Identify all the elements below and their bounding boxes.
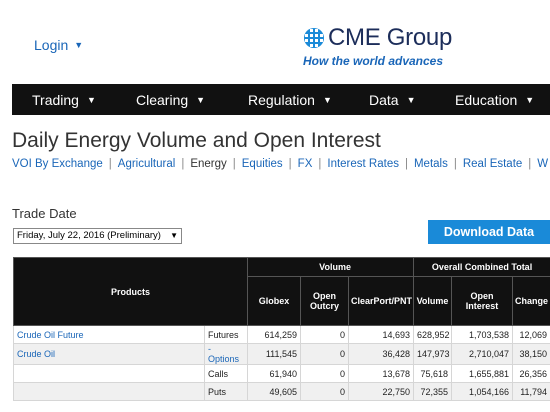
separator: | (528, 158, 532, 170)
cell-change: 38,150 (512, 343, 550, 365)
cell-clearport: 36,428 (348, 343, 415, 365)
cell-open-interest: 1,703,538 (451, 325, 514, 344)
chevron-down-icon: ▼ (196, 95, 206, 105)
col-open-interest: Open Interest (451, 276, 514, 326)
logo-text: CME Group (328, 24, 453, 51)
nav-regulation-label: Regulation (248, 92, 315, 108)
caret-down-icon: ▼ (74, 40, 84, 50)
subnav-energy-current: Energy (190, 158, 227, 170)
trade-date-select[interactable]: Friday, July 22, 2016 (Preliminary) ▼ (13, 228, 182, 244)
separator: | (318, 158, 322, 170)
login-menu[interactable]: Login ▼ (34, 37, 83, 53)
download-data-button[interactable]: Download Data (428, 220, 550, 244)
product-link[interactable]: Crude Oil (17, 349, 55, 359)
cell-clearport: 22,750 (348, 382, 415, 401)
subnav-metals[interactable]: Metals (414, 158, 448, 170)
cell-globex: 111,545 (247, 343, 302, 365)
cell-open-outcry: 0 (300, 325, 350, 344)
nav-education-label: Education (455, 92, 518, 108)
globe-icon (304, 28, 324, 48)
row-type: Calls (203, 364, 249, 383)
cell-globex: 61,940 (247, 364, 302, 383)
subnav-agricultural[interactable]: Agricultural (118, 158, 176, 170)
cme-logo[interactable]: CME Group How the world advances (303, 24, 452, 68)
cell-change: 12,069 (512, 325, 550, 344)
cell-volume: 147,973 (413, 343, 453, 365)
chevron-down-icon: ▼ (322, 95, 332, 105)
nav-clearing[interactable]: Clearing ▼ (136, 92, 205, 108)
subnav-weather[interactable]: W (537, 158, 548, 170)
asset-class-nav: VOI By Exchange | Agricultural | Energy | Equi… (12, 158, 548, 170)
main-nav: Trading ▼ Clearing ▼ Regulation ▼ Data ▼ Edu… (12, 84, 550, 115)
chevron-down-icon: ▼ (525, 95, 535, 105)
trade-date-value: Friday, July 22, 2016 (Preliminary) (17, 230, 161, 241)
chevron-down-icon: ▼ (406, 95, 416, 105)
subnav-fx[interactable]: FX (298, 158, 313, 170)
chevron-down-icon: ▼ (86, 95, 96, 105)
nav-clearing-label: Clearing (136, 92, 189, 108)
cell-clearport: 14,693 (348, 325, 415, 344)
cell-change: 26,356 (512, 364, 550, 383)
subnav-real-estate[interactable]: Real Estate (463, 158, 522, 170)
col-change: Change (512, 276, 550, 326)
separator: | (453, 158, 457, 170)
cell-product (13, 382, 205, 401)
cell-open-interest: 1,655,881 (451, 364, 514, 383)
cell-open-outcry: 0 (300, 343, 350, 365)
dropdown-arrow-icon: ▼ (170, 231, 178, 240)
separator: | (404, 158, 408, 170)
trade-date-label: Trade Date (12, 206, 77, 221)
cell-clearport: 13,678 (348, 364, 415, 383)
nav-data[interactable]: Data ▼ (369, 92, 416, 108)
subnav-interest-rates[interactable]: Interest Rates (327, 158, 399, 170)
cell-open-outcry: 0 (300, 382, 350, 401)
col-volume: Volume (413, 276, 453, 326)
subnav-voi-by-exchange[interactable]: VOI By Exchange (12, 158, 103, 170)
separator: | (288, 158, 292, 170)
col-open-outcry: Open Outcry (300, 276, 350, 326)
overall-total-header: Overall Combined Total (413, 257, 550, 277)
product-link[interactable]: Crude Oil Future (17, 330, 201, 340)
nav-data-label: Data (369, 92, 399, 108)
table-row: Crude Oil Future Futures 614,259 0 14,69… (13, 325, 550, 344)
row-type: Futures (203, 325, 249, 344)
options-link[interactable]: - Options (208, 344, 239, 364)
table-row: Puts 49,605 0 22,750 72,355 1,054,166 11… (13, 382, 550, 401)
table-row: Calls 61,940 0 13,678 75,618 1,655,881 2… (13, 364, 550, 383)
login-label: Login (34, 37, 69, 53)
cell-product (13, 364, 205, 383)
cell-change: 11,794 (512, 382, 550, 401)
cell-volume: 628,952 (413, 325, 453, 344)
volume-group-header: Volume (247, 257, 415, 277)
cell-volume: 75,618 (413, 364, 453, 383)
col-clearport: ClearPort/PNT (348, 276, 415, 326)
cell-open-interest: 2,710,047 (451, 343, 514, 365)
separator: | (181, 158, 185, 170)
row-type: Puts (203, 382, 249, 401)
subnav-equities[interactable]: Equities (242, 158, 283, 170)
page-title: Daily Energy Volume and Open Interest (12, 129, 381, 152)
cell-open-outcry: 0 (300, 364, 350, 383)
nav-trading-label: Trading (32, 92, 79, 108)
tagline: How the world advances (303, 54, 444, 68)
col-globex: Globex (247, 276, 302, 326)
table-row: Crude Oil - Options 111,545 0 36,428 147… (13, 343, 550, 365)
products-header: Products (12, 257, 249, 326)
nav-trading[interactable]: Trading ▼ (32, 92, 96, 108)
separator: | (232, 158, 236, 170)
nav-education[interactable]: Education ▼ (455, 92, 534, 108)
separator: | (108, 158, 112, 170)
nav-regulation[interactable]: Regulation ▼ (248, 92, 332, 108)
cell-volume: 72,355 (413, 382, 453, 401)
cell-globex: 614,259 (247, 325, 302, 344)
volume-table: Products Volume Overall Combined Total G… (12, 257, 550, 401)
cell-open-interest: 1,054,166 (451, 382, 514, 401)
cell-globex: 49,605 (247, 382, 302, 401)
